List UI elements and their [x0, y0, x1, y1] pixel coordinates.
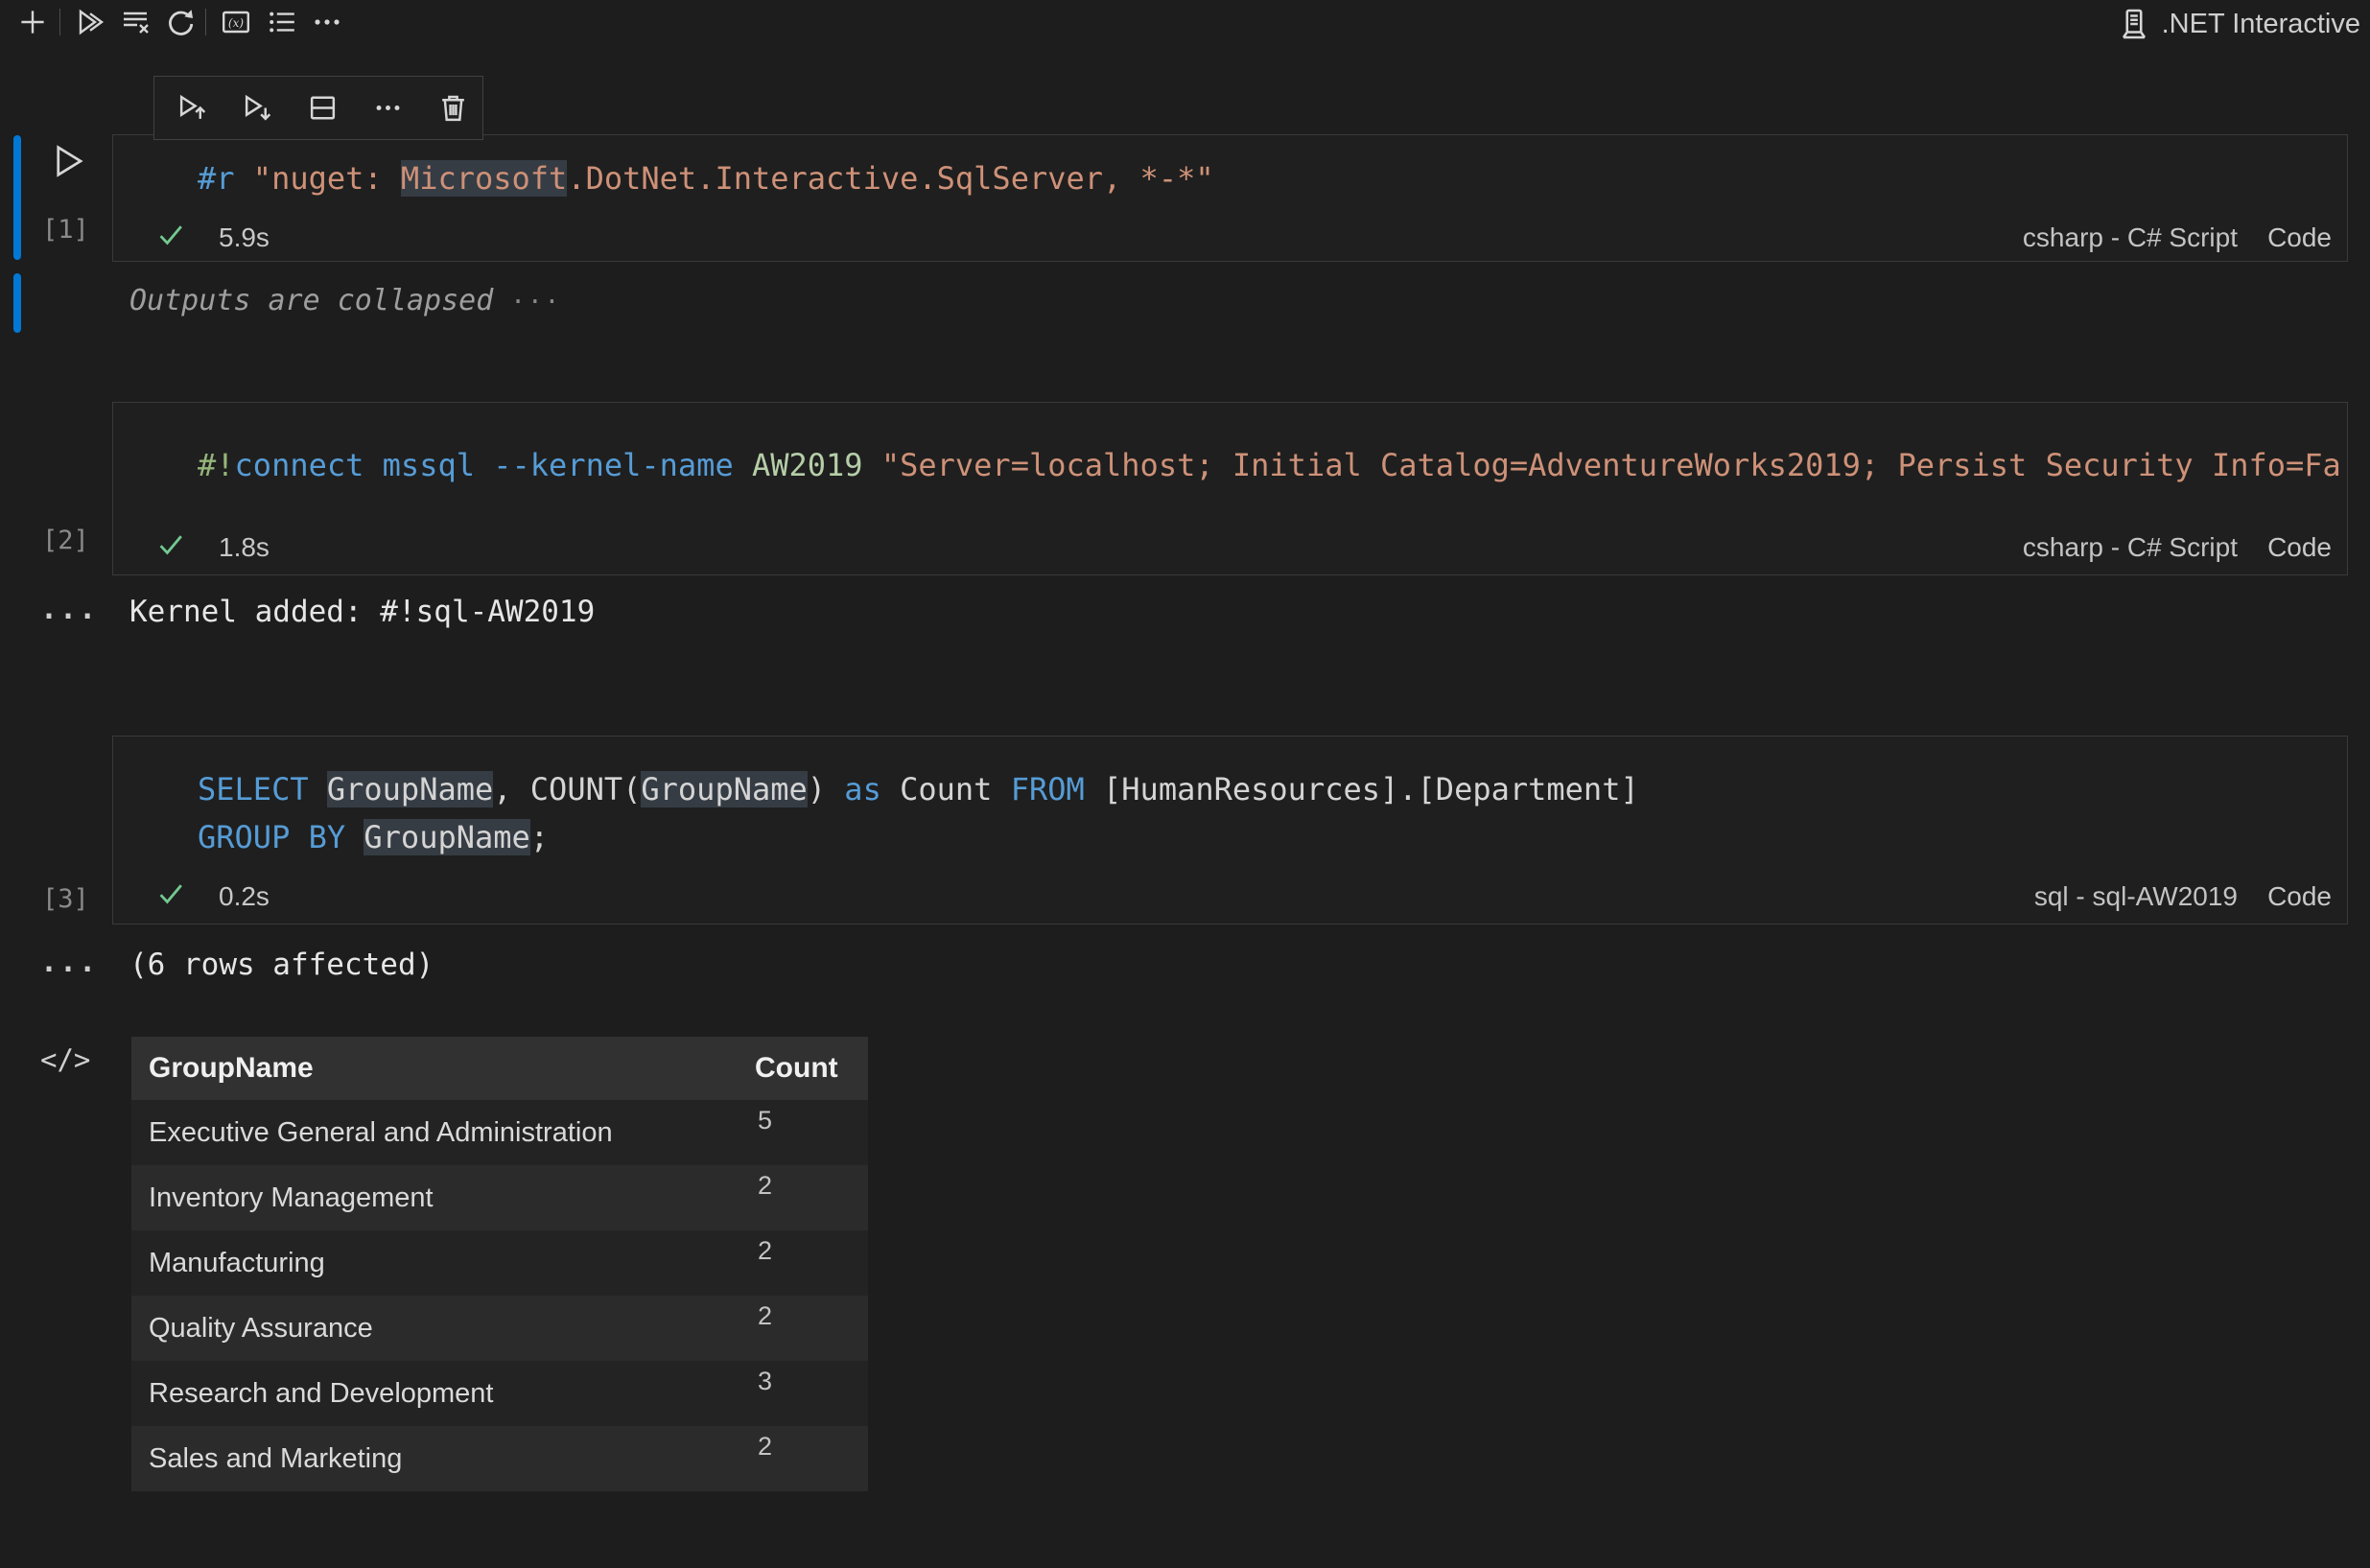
plus-icon: [17, 7, 48, 37]
add-cell-button[interactable]: [16, 6, 49, 38]
count-cell: 5: [758, 1106, 772, 1135]
run-all-icon: [75, 7, 106, 37]
cell3-output-menu[interactable]: ···: [40, 953, 98, 987]
check-icon: [155, 878, 186, 909]
execute-above-button[interactable]: [170, 89, 214, 128]
table-row: Manufacturing 2: [131, 1230, 868, 1296]
run-all-button[interactable]: [74, 6, 106, 38]
cell2-editor[interactable]: #!connect mssql --kernel-name AW2019 "Se…: [112, 402, 2348, 575]
cell1-success-icon: [155, 220, 186, 250]
cell1-focus-bar: [13, 135, 21, 260]
notebook-window: (x) .NET Interactive: [0, 0, 2370, 1568]
groupname-cell: Quality Assurance: [149, 1296, 373, 1361]
outline-icon: [267, 7, 297, 37]
cell2-code-line: #!connect mssql --kernel-name AW2019 "Se…: [198, 445, 2341, 485]
cell1-editor[interactable]: #r "nuget: Microsoft.DotNet.Interactive.…: [112, 134, 2348, 262]
restart-kernel-button[interactable]: [164, 6, 197, 38]
cell3-rows-affected-text: (6 rows affected): [129, 948, 434, 982]
ellipsis-icon: [372, 92, 404, 124]
cell3-execution-count: [3]: [42, 884, 89, 914]
cell2-execution-count: [2]: [42, 526, 89, 555]
table-body: Executive General and Administration 5 Inv…: [131, 1100, 868, 1491]
ellipsis-icon: [312, 7, 342, 37]
groupname-cell: Manufacturing: [149, 1230, 325, 1296]
clear-outputs-button[interactable]: [119, 6, 152, 38]
table-row: Sales and Marketing 2: [131, 1426, 868, 1491]
split-cell-button[interactable]: [300, 89, 344, 128]
svg-text:(x): (x): [228, 16, 244, 30]
table-row: Inventory Management 2: [131, 1165, 868, 1230]
delete-cell-button[interactable]: [431, 89, 475, 128]
collapsed-outputs-label: Outputs are collapsed: [129, 284, 493, 317]
cell2-output-text: Kernel added: #!sql-AW2019: [129, 595, 595, 629]
execute-above-icon: [176, 92, 208, 124]
outline-button[interactable]: [266, 6, 298, 38]
count-cell: 2: [758, 1301, 772, 1331]
cell1-collapsed-outputs[interactable]: Outputs are collapsed ···: [129, 284, 561, 317]
variables-button[interactable]: (x): [220, 6, 252, 38]
execute-below-icon: [242, 92, 273, 124]
collapsed-outputs-menu[interactable]: ···: [510, 288, 561, 316]
cell3-code-line-2: GROUP BY GroupName;: [198, 817, 549, 857]
toolbar-separator: [59, 9, 60, 35]
table-row: Executive General and Administration 5: [131, 1100, 868, 1165]
cell3-success-icon: [155, 878, 186, 909]
cell2-language-picker[interactable]: csharp - C# Script: [2023, 532, 2238, 563]
cell1-language-picker[interactable]: csharp - C# Script: [2023, 222, 2238, 253]
cell1-output-focus-bar: [13, 273, 21, 333]
output-mime-code-icon[interactable]: </>: [40, 1043, 90, 1076]
table-header-row: GroupName Count: [131, 1037, 868, 1100]
groupname-cell: Sales and Marketing: [149, 1426, 402, 1491]
count-cell: 2: [758, 1236, 772, 1266]
cell-hover-toolbar: [153, 76, 483, 140]
cell3-execution-time: 0.2s: [219, 881, 270, 912]
cell2-kind-picker[interactable]: Code: [2267, 532, 2332, 563]
groupname-cell: Research and Development: [149, 1361, 493, 1426]
cell3-code-line-1: SELECT GroupName, COUNT(GroupName) as Co…: [198, 769, 1639, 809]
cell1-execution-count: [1]: [42, 215, 89, 245]
split-cell-icon: [307, 92, 339, 124]
groupname-cell: Executive General and Administration: [149, 1100, 613, 1165]
cell3-language-picker[interactable]: sql - sql-AW2019: [2034, 881, 2238, 912]
restart-icon: [165, 7, 196, 37]
count-cell: 2: [758, 1432, 772, 1462]
clear-outputs-icon: [120, 7, 151, 37]
play-icon: [48, 142, 86, 180]
check-icon: [155, 220, 186, 250]
table-header-count: Count: [755, 1037, 838, 1100]
cell-more-actions-button[interactable]: [365, 89, 410, 128]
server-icon: [2118, 8, 2150, 40]
cell1-kind-picker[interactable]: Code: [2267, 222, 2332, 253]
cell1-execution-time: 5.9s: [219, 222, 270, 253]
cell2-execution-time: 1.8s: [219, 532, 270, 563]
execute-below-button[interactable]: [235, 89, 279, 128]
count-cell: 3: [758, 1367, 772, 1396]
toolbar-separator: [205, 9, 206, 35]
cell2-success-icon: [155, 529, 186, 560]
table-row: Research and Development 3: [131, 1361, 868, 1426]
cell3-kind-picker[interactable]: Code: [2267, 881, 2332, 912]
cell1-code-line: #r "nuget: Microsoft.DotNet.Interactive.…: [198, 158, 1214, 199]
variables-icon: (x): [221, 7, 251, 37]
kernel-picker[interactable]: .NET Interactive: [2118, 6, 2360, 42]
groupname-cell: Inventory Management: [149, 1165, 434, 1230]
notebook-toolbar: (x) .NET Interactive: [0, 0, 2370, 46]
count-cell: 2: [758, 1171, 772, 1201]
cell2-output-menu[interactable]: ···: [40, 600, 98, 634]
table-header-groupname: GroupName: [149, 1037, 314, 1100]
trash-icon: [437, 92, 469, 124]
cell3-editor[interactable]: SELECT GroupName, COUNT(GroupName) as Co…: [112, 736, 2348, 924]
table-row: Quality Assurance 2: [131, 1296, 868, 1361]
query-result-table: GroupName Count Executive General and Ad…: [131, 1037, 868, 1491]
more-actions-button[interactable]: [311, 6, 343, 38]
check-icon: [155, 529, 186, 560]
cell1-run-button[interactable]: [46, 140, 88, 182]
kernel-name-label: .NET Interactive: [2162, 9, 2360, 40]
